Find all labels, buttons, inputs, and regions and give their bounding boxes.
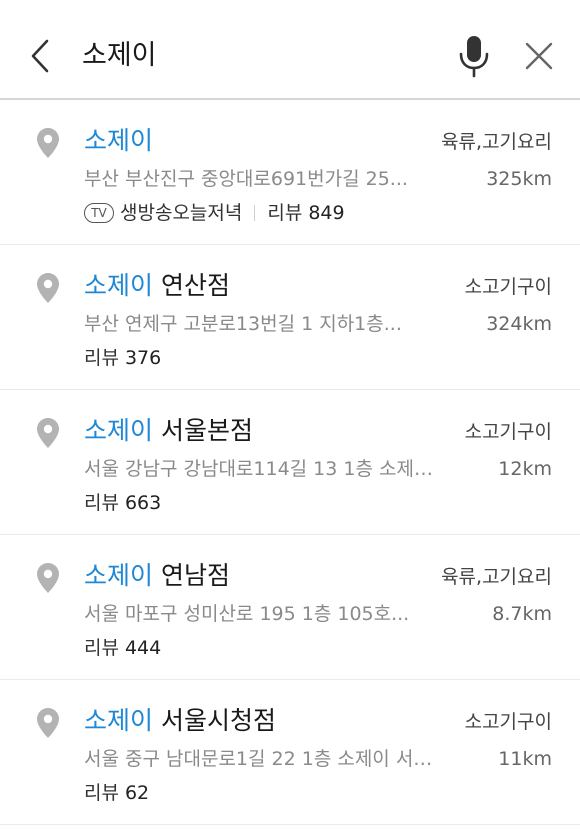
place-address: 서울 중구 남대문로1길 22 1층 소제이 서… — [84, 748, 433, 770]
result-item[interactable]: 소제이 서울본점 소고기구이 서울 강남구 강남대로114길 13 1층 소제…… — [0, 390, 580, 535]
place-address: 부산 연제구 고분로13번길 1 지하1층... — [84, 313, 402, 335]
review-label: 리뷰 — [267, 202, 303, 224]
place-name[interactable]: 소제이 연산점 — [84, 268, 230, 304]
location-pin-icon — [37, 708, 59, 738]
location-pin-icon — [37, 273, 59, 303]
result-item[interactable]: 소제이 연산점 소고기구이 부산 연제구 고분로13번길 1 지하1층... 3… — [0, 245, 580, 390]
microphone-icon — [459, 36, 489, 78]
place-category: 소고기구이 — [464, 421, 552, 443]
tv-program-label: 생방송오늘저녁 — [120, 202, 243, 224]
place-category: 육류,고기요리 — [441, 566, 552, 588]
clear-search-button[interactable] — [518, 34, 560, 78]
review-label: 리뷰 — [84, 782, 119, 804]
review-label: 리뷰 — [84, 347, 119, 369]
place-meta: TV 생방송오늘저녁 리뷰 849 — [84, 198, 345, 228]
review-count: 663 — [124, 492, 162, 514]
close-icon — [525, 42, 553, 70]
place-distance: 11km — [498, 748, 552, 770]
place-address: 부산 부산진구 중앙대로691번가길 25... — [84, 168, 408, 190]
place-distance: 324km — [486, 313, 552, 335]
place-meta: 리뷰 663 — [84, 488, 161, 518]
place-name-highlight: 소제이 — [84, 126, 154, 155]
place-name-rest: 서울본점 — [153, 416, 253, 445]
place-name-highlight: 소제이 — [84, 271, 154, 300]
place-name-rest: 연산점 — [153, 271, 230, 300]
chevron-left-icon — [31, 39, 49, 73]
place-distance: 12km — [498, 458, 552, 480]
location-pin-icon — [37, 418, 59, 448]
place-meta: 리뷰 376 — [84, 343, 161, 373]
place-name-highlight: 소제이 — [84, 706, 154, 735]
review-count: 444 — [124, 637, 162, 659]
review-label: 리뷰 — [84, 492, 119, 514]
place-name-highlight: 소제이 — [84, 561, 154, 590]
place-name-rest: 서울시청점 — [153, 706, 276, 735]
place-name[interactable]: 소제이 서울본점 — [84, 413, 253, 449]
place-name-highlight: 소제이 — [84, 416, 154, 445]
search-header: 소제이 — [0, 0, 580, 100]
result-item[interactable]: 소제이 서울시청점 소고기구이 서울 중구 남대문로1길 22 1층 소제이 서… — [0, 680, 580, 825]
place-meta: 리뷰 62 — [84, 778, 149, 808]
place-name-rest: 연남점 — [153, 561, 230, 590]
place-address: 서울 마포구 성미산로 195 1층 105호... — [84, 603, 410, 625]
review-label: 리뷰 — [84, 637, 119, 659]
location-pin-icon — [37, 128, 59, 158]
tv-badge-icon: TV — [84, 203, 114, 223]
back-button[interactable] — [22, 34, 58, 78]
search-query-input[interactable]: 소제이 — [82, 36, 157, 76]
place-address: 서울 강남구 강남대로114길 13 1층 소제… — [84, 458, 433, 480]
search-results-list: 소제이 육류,고기요리 부산 부산진구 중앙대로691번가길 25... 325… — [0, 100, 580, 825]
place-distance: 8.7km — [492, 603, 552, 625]
place-meta: 리뷰 444 — [84, 633, 161, 663]
place-name[interactable]: 소제이 서울시청점 — [84, 703, 276, 739]
review-count: 62 — [124, 782, 150, 804]
voice-search-button[interactable] — [452, 32, 496, 80]
place-distance: 325km — [486, 168, 552, 190]
place-name[interactable]: 소제이 연남점 — [84, 558, 230, 594]
review-count: 376 — [124, 347, 162, 369]
location-pin-icon — [37, 563, 59, 593]
review-count: 849 — [308, 202, 345, 224]
place-category: 육류,고기요리 — [441, 131, 552, 153]
result-item[interactable]: 소제이 육류,고기요리 부산 부산진구 중앙대로691번가길 25... 325… — [0, 100, 580, 245]
place-category: 소고기구이 — [464, 711, 552, 733]
place-name[interactable]: 소제이 — [84, 123, 153, 159]
place-category: 소고기구이 — [464, 276, 552, 298]
result-item[interactable]: 소제이 연남점 육류,고기요리 서울 마포구 성미산로 195 1층 105호.… — [0, 535, 580, 680]
meta-divider — [254, 205, 256, 221]
